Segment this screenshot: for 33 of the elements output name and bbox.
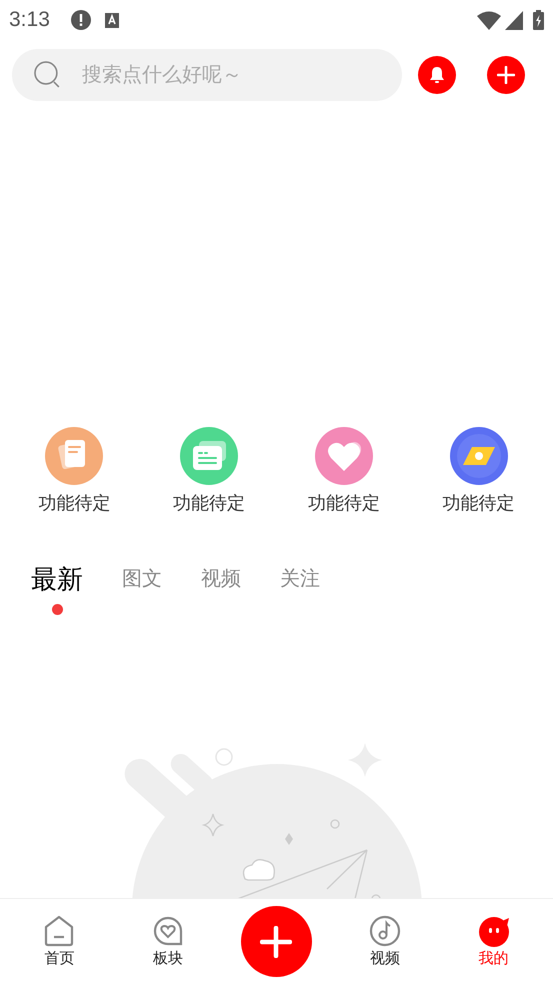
face-icon <box>478 914 510 946</box>
tab[interactable]: 最新 <box>31 562 83 596</box>
shortcut-button[interactable]: 功能待定 <box>411 427 546 516</box>
plus-icon <box>260 926 292 958</box>
nav-tab[interactable]: 板块 <box>152 914 184 968</box>
tab[interactable]: 视频 <box>201 562 241 596</box>
signal-icon <box>505 10 523 30</box>
nav-tab[interactable]: 视频 <box>369 914 402 968</box>
nav-tab[interactable]: 首页 <box>43 914 76 968</box>
cards-icon <box>180 427 238 485</box>
ticket-icon <box>450 427 508 485</box>
tab[interactable]: 图文 <box>122 562 162 596</box>
search-icon <box>34 61 62 89</box>
add-button[interactable] <box>487 56 525 94</box>
home-icon <box>43 914 76 946</box>
alert-icon <box>70 10 91 30</box>
notification-button[interactable] <box>418 56 456 94</box>
tab[interactable]: 关注 <box>280 562 320 596</box>
search-input[interactable]: 搜索点什么好呢～ <box>82 60 380 90</box>
keyboard-icon <box>104 12 119 28</box>
bell-icon <box>429 66 445 84</box>
shortcut-button[interactable]: 功能待定 <box>7 427 142 516</box>
nav-tab[interactable]: 我的 <box>478 914 510 968</box>
shortcut-button[interactable]: 功能待定 <box>276 427 412 516</box>
wifi-icon <box>477 10 501 30</box>
plus-icon <box>497 66 515 84</box>
shortcut-button[interactable]: 功能待定 <box>142 427 276 516</box>
document-icon <box>45 427 104 485</box>
battery-icon <box>533 10 544 30</box>
status-time: 3:13 <box>9 7 50 34</box>
music-note-icon <box>369 914 402 946</box>
search-field[interactable]: 搜索点什么好呢～ <box>12 49 402 101</box>
heart-chat-icon <box>152 914 184 946</box>
